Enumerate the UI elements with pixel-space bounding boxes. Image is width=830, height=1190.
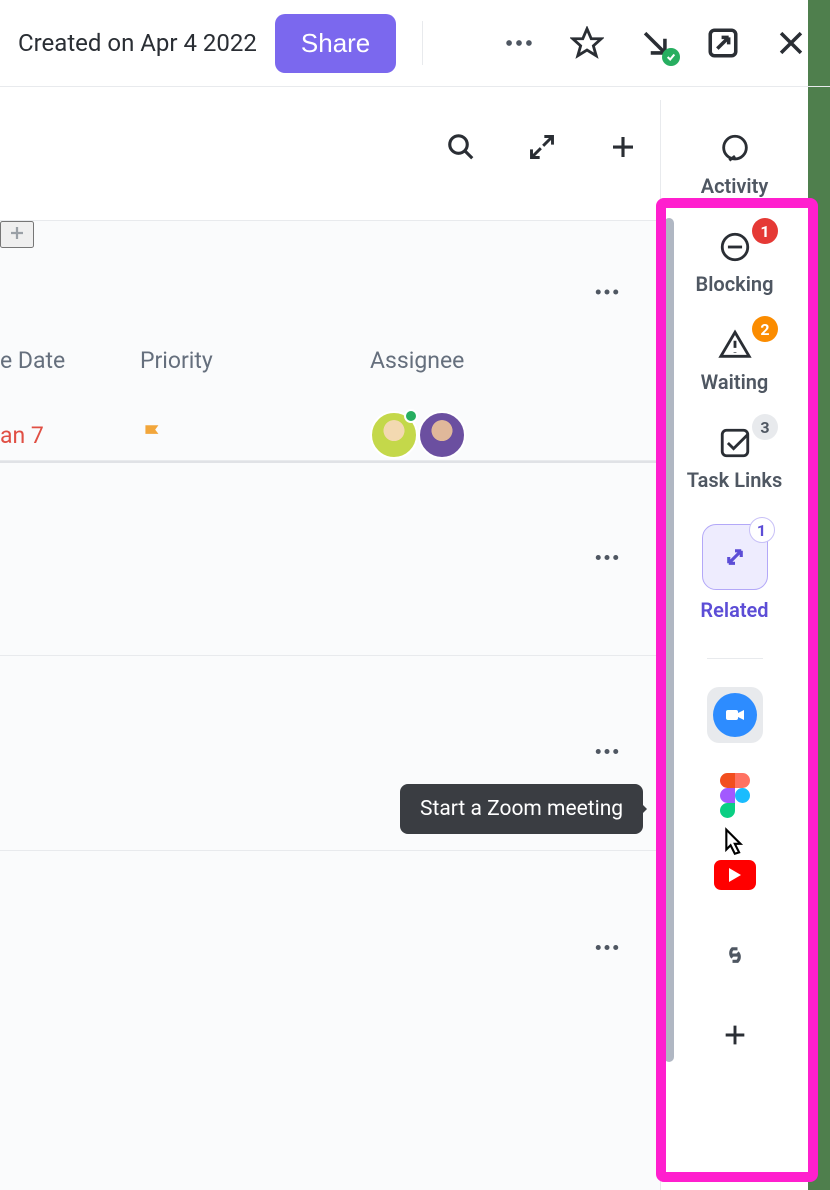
due-date-value[interactable]: an 7 — [0, 422, 140, 449]
link-integration-button[interactable] — [707, 927, 763, 983]
rail-label: Task Links — [687, 468, 782, 492]
youtube-icon — [714, 860, 756, 890]
add-column-button[interactable] — [0, 221, 34, 248]
divider — [422, 21, 423, 65]
rail-task-links[interactable]: 3 Task Links — [661, 414, 808, 512]
badge: 1 — [752, 218, 778, 244]
priority-value[interactable] — [140, 422, 370, 448]
table-row[interactable]: an 7 — [0, 409, 660, 461]
youtube-integration-button[interactable] — [707, 847, 763, 903]
created-date-label: Created on Apr 4 2022 — [18, 29, 257, 57]
column-header-assignee[interactable]: Assignee — [370, 347, 570, 374]
rail-related[interactable]: 1 Related — [661, 512, 808, 642]
checkbox-icon — [718, 426, 752, 460]
window-edge — [808, 0, 830, 1190]
assignee-value[interactable] — [370, 411, 570, 459]
avatar — [418, 411, 466, 459]
comment-icon — [718, 132, 752, 166]
related-icon — [720, 542, 750, 572]
rail-label: Waiting — [701, 370, 769, 394]
divider — [707, 658, 763, 659]
list-toolbar — [0, 118, 660, 178]
rail-label: Related — [700, 598, 768, 622]
top-toolbar: Created on Apr 4 2022 Share — [0, 0, 830, 86]
zoom-icon — [713, 693, 757, 737]
divider — [0, 86, 830, 87]
open-external-icon[interactable] — [702, 22, 744, 64]
plus-icon — [721, 1021, 749, 1049]
section-more-icon[interactable] — [584, 924, 630, 973]
content-panel: e Date Priority Assignee an 7 — [0, 220, 660, 1190]
search-icon[interactable] — [442, 128, 480, 169]
plus-icon[interactable] — [604, 128, 642, 169]
figma-integration-button[interactable] — [707, 767, 763, 823]
figma-icon — [720, 773, 750, 818]
related-icon-bg: 1 — [702, 524, 768, 590]
right-rail: Activity 1 Blocking 2 Waiting 3 Task Lin… — [660, 100, 808, 1190]
share-button[interactable]: Share — [275, 14, 396, 73]
link-icon — [720, 940, 750, 970]
list-section — [0, 851, 660, 1046]
column-header-priority[interactable]: Priority — [140, 347, 370, 374]
rail-waiting[interactable]: 2 Waiting — [661, 316, 808, 414]
rail-label: Blocking — [696, 272, 774, 296]
section-more-icon[interactable] — [584, 729, 630, 778]
star-icon[interactable] — [566, 22, 608, 64]
section-more-icon[interactable] — [584, 535, 630, 584]
close-icon[interactable] — [770, 22, 812, 64]
status-dot — [404, 409, 418, 423]
list-section: e Date Priority Assignee an 7 — [0, 221, 660, 461]
tooltip: Start a Zoom meeting — [400, 784, 643, 834]
download-check-icon[interactable] — [634, 22, 676, 64]
warning-icon — [718, 328, 752, 362]
more-icon[interactable] — [498, 22, 540, 64]
rail-label: Activity — [701, 174, 769, 198]
column-header-date[interactable]: e Date — [0, 347, 140, 374]
flag-icon — [140, 422, 166, 448]
blocking-icon — [718, 230, 752, 264]
badge: 2 — [752, 316, 778, 342]
column-headers: e Date Priority Assignee — [0, 347, 660, 374]
rail-blocking[interactable]: 1 Blocking — [661, 218, 808, 316]
zoom-integration-button[interactable] — [707, 687, 763, 743]
badge: 3 — [752, 414, 778, 440]
list-section — [0, 461, 660, 656]
add-integration-button[interactable] — [707, 1007, 763, 1063]
section-more-icon[interactable] — [584, 269, 630, 318]
rail-activity[interactable]: Activity — [661, 120, 808, 218]
badge: 1 — [749, 517, 775, 543]
expand-icon[interactable] — [524, 129, 560, 168]
